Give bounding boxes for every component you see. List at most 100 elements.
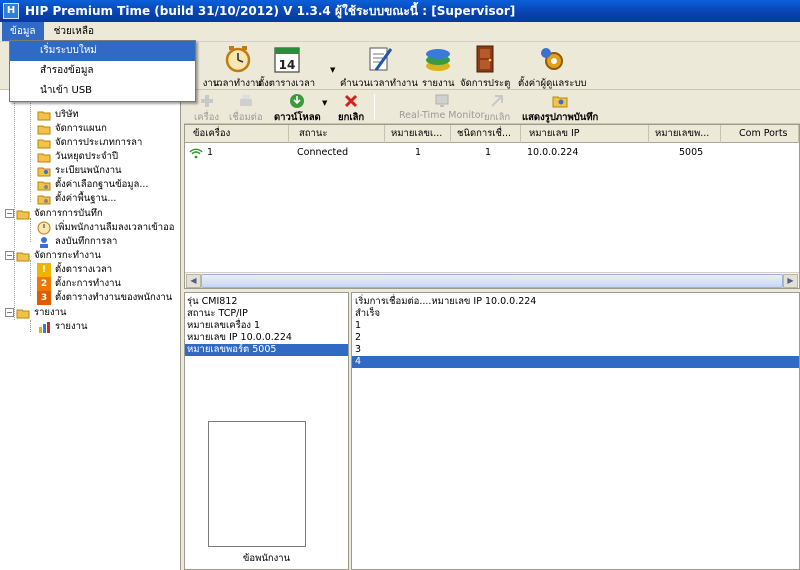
scroll-thumb[interactable]: [201, 274, 783, 288]
tree-item-departments[interactable]: จัดการแผนก: [37, 121, 107, 136]
report-stack-icon: [426, 49, 451, 71]
column-header-device-no[interactable]: ข้อเครื่อง: [185, 125, 289, 143]
info-ip: หมายเลข IP 10.0.0.224: [187, 332, 292, 343]
menu-help[interactable]: ช่วยเหลือ: [46, 22, 102, 41]
red-x-icon: [345, 94, 358, 108]
log-line: เริ่มการเชื่อมต่อ....หมายเลข IP 10.0.0.2…: [355, 296, 537, 307]
table-header: ข้อเครื่อง สถานะ หมายเลขเ... ชนิดการเชื่…: [185, 125, 799, 143]
menu-item-import-usb[interactable]: นำเข้า USB: [10, 81, 195, 101]
folder-icon: [16, 252, 30, 261]
toolbar-admin-settings-button[interactable]: ตั้งค่าผู้ดูแลระบบ: [518, 44, 586, 91]
tree-group-shifts[interactable]: − จัดการกะทำงาน: [5, 248, 101, 263]
tree-item-employees[interactable]: ระเบียนพนักงาน: [37, 163, 122, 178]
tree-item-database-settings[interactable]: ตั้งค่าเลือกฐานข้อมูล...: [37, 177, 148, 192]
navigation-tree: บริษัท จัดการแผนก จัดการประเภทการลา วันห…: [0, 90, 181, 570]
column-header-connection-type[interactable]: ชนิดการเชื่...: [451, 125, 521, 143]
connect-button[interactable]: เชื่อมต่อ: [229, 93, 263, 125]
tree-item-timetable[interactable]: ! ตั้งตารางเวลา: [37, 262, 112, 277]
column-header-machine-no[interactable]: หมายเลขเ...: [385, 125, 451, 143]
folder-user-icon: [37, 167, 51, 176]
tree-group-records[interactable]: − จัดการการบันทึก: [5, 206, 103, 221]
monitor-icon: [435, 94, 449, 107]
collapse-icon[interactable]: −: [5, 308, 14, 317]
stop-monitor-icon: [491, 95, 504, 107]
scroll-right-icon[interactable]: ▶: [783, 274, 798, 288]
log-line: 3: [355, 344, 362, 355]
plus-icon: [200, 95, 213, 107]
user-leave-icon: [40, 236, 48, 248]
download-dropdown-arrow-icon[interactable]: ▼: [322, 99, 327, 107]
window-title: HIP Premium Time (build 31/10/2012) V 1.…: [25, 3, 516, 18]
folder-icon: [16, 210, 30, 219]
folder-icon: [37, 125, 51, 134]
folder-icon: [37, 139, 51, 148]
download-button[interactable]: ดาวน์โหลด ▼: [274, 93, 327, 125]
column-header-com-ports[interactable]: Com Ports: [721, 125, 799, 143]
add-device-button[interactable]: เครื่อง: [194, 93, 219, 125]
tree-item-leave-record[interactable]: ลงบันทึกการลา: [37, 234, 117, 249]
clock-icon: [225, 46, 251, 73]
menu-data[interactable]: ข้อมูล: [2, 22, 44, 41]
tree-item-report[interactable]: รายงาน: [37, 319, 87, 334]
cell-machine-no: 1: [415, 147, 422, 158]
photo-caption: ข้อพนักงาน: [242, 553, 291, 564]
folder-settings-icon: [37, 181, 51, 190]
realtime-monitor-button[interactable]: Real-Time Monitor: [399, 93, 484, 121]
column-header-ip[interactable]: หมายเลข IP: [521, 125, 649, 143]
calendar-icon: 14: [273, 47, 300, 73]
device-info-panel: รุ่น CMI812 สถานะ TCP/IP หมายเลขเครื่อง …: [184, 292, 349, 570]
log-line: สำเร็จ: [355, 308, 381, 319]
tree-item-basic-settings[interactable]: ตั้งค่าพื้นฐาน...: [37, 191, 116, 206]
step-1-icon: !: [37, 262, 51, 277]
connection-log: เริ่มการเชื่อมต่อ....หมายเลข IP 10.0.0.2…: [351, 292, 800, 570]
cancel-monitor-button[interactable]: ยกเลิก: [484, 93, 510, 125]
tree-group-reports[interactable]: − รายงาน: [5, 305, 66, 320]
cell-connection-type: 1: [485, 147, 492, 158]
table-row[interactable]: 1 Connected 1 1 10.0.0.224 5005: [185, 145, 799, 161]
tree-item-holidays[interactable]: วันหยุดประจำปี: [37, 149, 118, 164]
info-port[interactable]: หมายเลขพอร์ต 5005: [185, 344, 348, 356]
tree-item-forgot-clock[interactable]: เพิ่มพนักงานลืมลงเวลาเข้าออ: [37, 220, 175, 235]
collapse-icon[interactable]: −: [5, 209, 14, 218]
user-clock-icon: [37, 221, 51, 234]
schedule-dropdown-arrow-icon[interactable]: ▼: [330, 66, 335, 74]
cell-port: 5005: [679, 147, 704, 158]
tree-item-company[interactable]: บริษัท: [37, 107, 79, 122]
show-photo-log-button[interactable]: แสดงรูปภาพบันทึก: [522, 93, 598, 125]
collapse-icon[interactable]: −: [5, 251, 14, 260]
toolbar-report-button[interactable]: รายงาน: [422, 44, 454, 91]
column-header-port[interactable]: หมายเลขพ...: [649, 125, 721, 143]
app-icon: H: [3, 3, 19, 19]
log-line: 1: [355, 320, 362, 331]
cancel-button[interactable]: ยกเลิก: [338, 93, 364, 125]
column-header-status[interactable]: สถานะ: [289, 125, 385, 143]
step-3-icon: 3: [37, 290, 51, 305]
toolbar-door-button[interactable]: จัดการประตู: [460, 44, 510, 91]
info-status: สถานะ TCP/IP: [187, 308, 248, 319]
folder-settings-icon: [37, 195, 51, 204]
info-machine-no: หมายเลขเครื่อง 1: [187, 320, 261, 331]
toolbar-work-time-button[interactable]: เวลาทำงาน: [214, 44, 262, 91]
tree-item-leave-types[interactable]: จัดการประเภทการลา: [37, 135, 142, 150]
info-model: รุ่น CMI812: [187, 296, 238, 307]
menu-item-backup[interactable]: สำรองข้อมูล: [10, 61, 195, 81]
scroll-left-icon[interactable]: ◀: [186, 274, 201, 288]
folder-icon: [37, 111, 51, 120]
horizontal-scrollbar[interactable]: ◀ ▶: [185, 272, 799, 288]
data-menu-dropdown: เริ่มระบบใหม่ สำรองข้อมูล นำเข้า USB: [9, 40, 196, 102]
door-icon: [476, 45, 494, 73]
log-line-selected[interactable]: 4: [352, 356, 799, 368]
tree-item-employee-schedule[interactable]: 3 ตั้งตารางทำงานของพนักงาน: [37, 290, 172, 305]
toolbar-calculate-button[interactable]: คำนวนเวลาทำงาน: [340, 44, 418, 91]
cell-device-no: 1: [207, 147, 214, 158]
menu-bar: ข้อมูล ช่วยเหลือ: [0, 22, 800, 42]
printer-icon: [239, 95, 252, 106]
tree-item-shift-setup[interactable]: 2 ตั้งกะการทำงาน: [37, 276, 121, 291]
photo-folder-icon: [552, 96, 568, 108]
toolbar-schedule-button[interactable]: 14 ตั้งตารางเวลา ▼: [258, 44, 335, 91]
step-2-icon: 2: [37, 276, 51, 291]
download-globe-icon: [290, 94, 305, 108]
folder-icon: [37, 153, 51, 162]
menu-item-restart[interactable]: เริ่มระบบใหม่: [10, 41, 195, 61]
notepad-pen-icon: [369, 47, 393, 71]
